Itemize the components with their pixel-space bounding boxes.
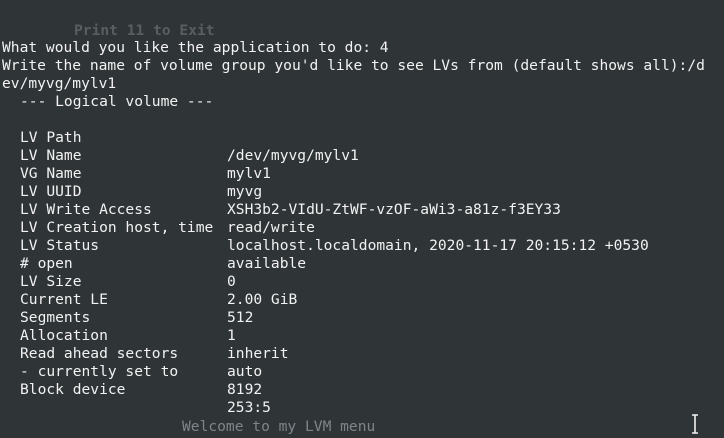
lv-field-row: Allocation inherit (20, 309, 289, 362)
lv-field-row: LV Status available (20, 219, 306, 272)
terminal-window[interactable]: Print 11 to Exit What would you like the… (0, 0, 724, 438)
lv-field-row: VG Name myvg (20, 147, 262, 200)
logical-volume-header: --- Logical volume --- (20, 93, 214, 110)
lv-field-value: 8192 (227, 381, 263, 398)
lv-field-row: LV Name mylv1 (20, 129, 271, 182)
lv-field-value: myvg (227, 183, 263, 200)
lv-field-row: LV Write Access read/write (20, 183, 315, 236)
faded-exit-hint: Print 11 to Exit (74, 22, 215, 39)
lv-field-value: /dev/myvg/mylv1 (227, 147, 359, 164)
lv-field-key: Block device (20, 381, 126, 398)
lv-field-row: Current LE 512 (20, 273, 253, 326)
lv-field-value: XSH3b2-VIdU-ZtWF-vzOF-aWi3-a81z-f3EY33 (227, 201, 561, 218)
lv-field-row: Block device 253:5 (20, 363, 271, 416)
lv-field-value: 253:5 (227, 399, 271, 416)
text-cursor-icon (692, 414, 698, 434)
faded-welcome-banner: Welcome to my LVM menu (182, 418, 376, 435)
lv-field-row: # open 0 (20, 237, 236, 290)
lv-field-value: 2.00 GiB (227, 291, 298, 308)
lv-field-row: LV Size 2.00 GiB (20, 255, 297, 308)
lv-field-value: 0 (227, 273, 236, 290)
lv-field-row: Segments 1 (20, 291, 236, 344)
lv-field-row: LV UUID XSH3b2-VIdU-ZtWF-vzOF-aWi3-a81z-… (20, 165, 561, 218)
lv-field-value: inherit (227, 345, 289, 362)
lv-prompt-line-1: Write the name of volume group you'd lik… (2, 57, 705, 74)
lv-prompt-line-2: ev/myvg/mylv1 (2, 75, 117, 92)
lv-field-value: mylv1 (227, 165, 271, 182)
menu-prompt-line: What would you like the application to d… (2, 39, 389, 56)
lv-field-value: available (227, 255, 307, 272)
lv-field-value: 512 (227, 309, 254, 326)
lv-field-value: read/write (227, 219, 315, 236)
lv-field-row: Read ahead sectors auto (20, 327, 262, 380)
lv-field-row: LV Creation host, time localhost.localdo… (20, 201, 649, 254)
lv-field-value: localhost.localdomain, 2020-11-17 20:15:… (227, 237, 649, 254)
lv-field-row: - currently set to 8192 (20, 345, 262, 398)
lv-field-value: 1 (227, 327, 236, 344)
lv-field-row: LV Path /dev/myvg/mylv1 (20, 111, 359, 164)
lv-field-value: auto (227, 363, 263, 380)
